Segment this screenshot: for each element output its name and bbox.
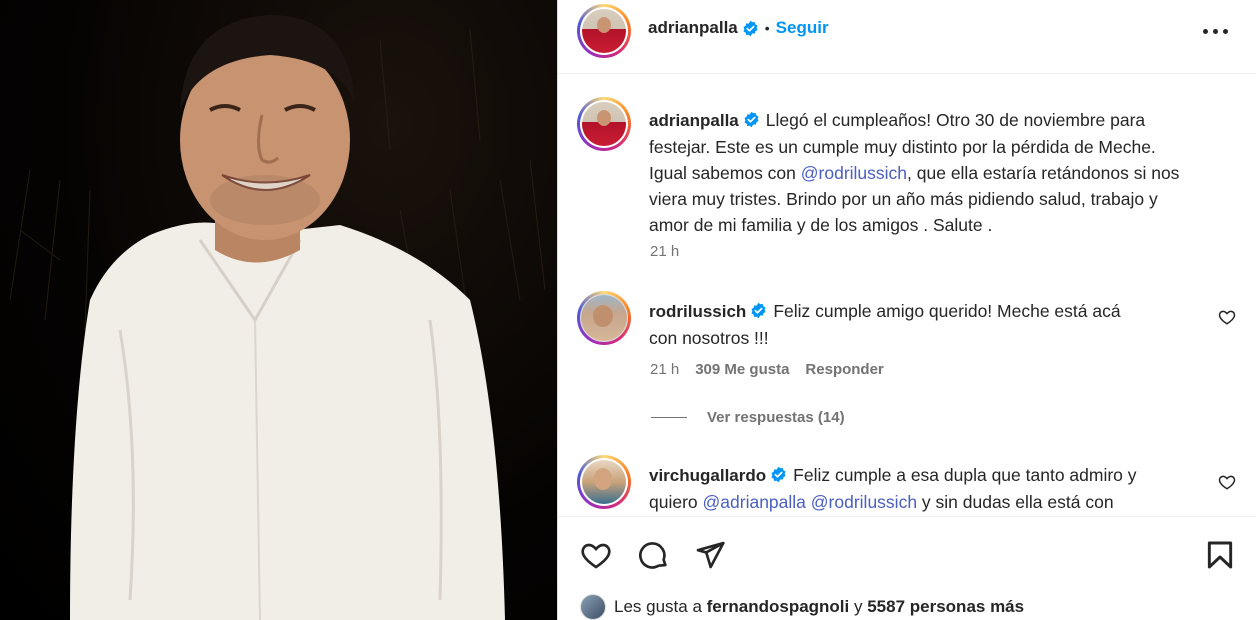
caption-line: viera muy tristes. Brindo por un año más…: [649, 189, 1158, 209]
share-icon[interactable]: [694, 539, 726, 571]
verified-badge-icon: [743, 20, 758, 36]
verified-badge-icon: [771, 466, 786, 483]
comment-line: Feliz cumple a esa dupla que tanto admir…: [793, 465, 1137, 485]
reply-button[interactable]: Responder: [805, 361, 883, 378]
likes-count[interactable]: 5587 personas más: [867, 597, 1024, 617]
likes-prefix: Les gusta a: [614, 597, 702, 616]
comment: virchugallardo Feliz cumple a esa dupla …: [649, 462, 1229, 515]
comment-time[interactable]: 21 h: [650, 361, 679, 378]
liker-username[interactable]: fernandospagnoli: [707, 597, 850, 617]
caption: adrianpalla Llegó el cumpleaños! Otro 30…: [649, 107, 1239, 238]
post-photo: [0, 0, 557, 620]
more-options-icon[interactable]: [1203, 26, 1229, 38]
man-in-white-shirt-image: [9, 15, 546, 620]
mention-link[interactable]: @rodrilussich: [801, 163, 907, 183]
caption-avatar[interactable]: [577, 97, 631, 151]
commenter-username[interactable]: virchugallardo: [649, 466, 766, 485]
verified-badge-icon: [744, 111, 759, 128]
caption-time[interactable]: 21 h: [650, 243, 679, 260]
post-header: adrianpalla • Seguir: [558, 0, 1256, 74]
view-replies-label: Ver respuestas (14): [707, 409, 845, 426]
caption-line: festejar. Este es un cumple muy distinto…: [649, 137, 1156, 157]
comment-line: Feliz cumple amigo querido! Meche está a…: [773, 301, 1121, 321]
header-meta: adrianpalla • Seguir: [648, 18, 829, 38]
post-panel: adrianpalla • Seguir adrianpalla Llegó e…: [557, 0, 1256, 620]
comment-meta: 21 h 309 Me gusta Responder: [650, 361, 884, 378]
comment-like-heart-icon[interactable]: [1218, 473, 1236, 491]
caption-line: amor de mi familia y de los amigos . Sal…: [649, 215, 993, 235]
likes-summary: Les gusta a fernandospagnoli y 5587 pers…: [580, 594, 1024, 620]
verified-badge-icon: [751, 302, 766, 319]
caption-username[interactable]: adrianpalla: [649, 111, 739, 130]
likes-middle: y: [849, 597, 868, 616]
bookmark-icon[interactable]: [1204, 539, 1236, 571]
separator-dot: •: [764, 20, 770, 36]
comment: rodrilussich Feliz cumple amigo querido!…: [649, 298, 1209, 351]
comment-likes[interactable]: 309 Me gusta: [695, 361, 789, 378]
mention-link[interactable]: @rodrilussich: [811, 492, 917, 512]
comment-like-heart-icon[interactable]: [1218, 308, 1236, 326]
caption-line: Igual sabemos con: [649, 163, 801, 183]
comment-icon[interactable]: [638, 539, 670, 571]
caption-line: , que ella estaría retándonos si nos: [907, 163, 1180, 183]
author-username[interactable]: adrianpalla: [648, 18, 738, 38]
commenter-avatar[interactable]: [577, 455, 631, 509]
replies-divider: [651, 417, 687, 418]
caption-line: Llegó el cumpleaños! Otro 30 de noviembr…: [765, 110, 1146, 130]
follow-button[interactable]: Seguir: [776, 18, 829, 38]
heart-icon[interactable]: [580, 539, 612, 571]
liker-avatar[interactable]: [580, 594, 606, 620]
commenter-avatar[interactable]: [577, 291, 631, 345]
comment-line: con nosotros !!!: [649, 328, 769, 348]
mention-link[interactable]: @adrianpalla: [703, 492, 806, 512]
comments-section[interactable]: adrianpalla Llegó el cumpleaños! Otro 30…: [558, 75, 1256, 515]
comment-line: quiero: [649, 492, 703, 512]
action-bar: [558, 516, 1256, 586]
commenter-username[interactable]: rodrilussich: [649, 302, 746, 321]
author-avatar[interactable]: [577, 4, 631, 58]
view-replies-button[interactable]: Ver respuestas (14): [651, 409, 845, 426]
comment-line: y sin dudas ella está con: [917, 492, 1114, 512]
